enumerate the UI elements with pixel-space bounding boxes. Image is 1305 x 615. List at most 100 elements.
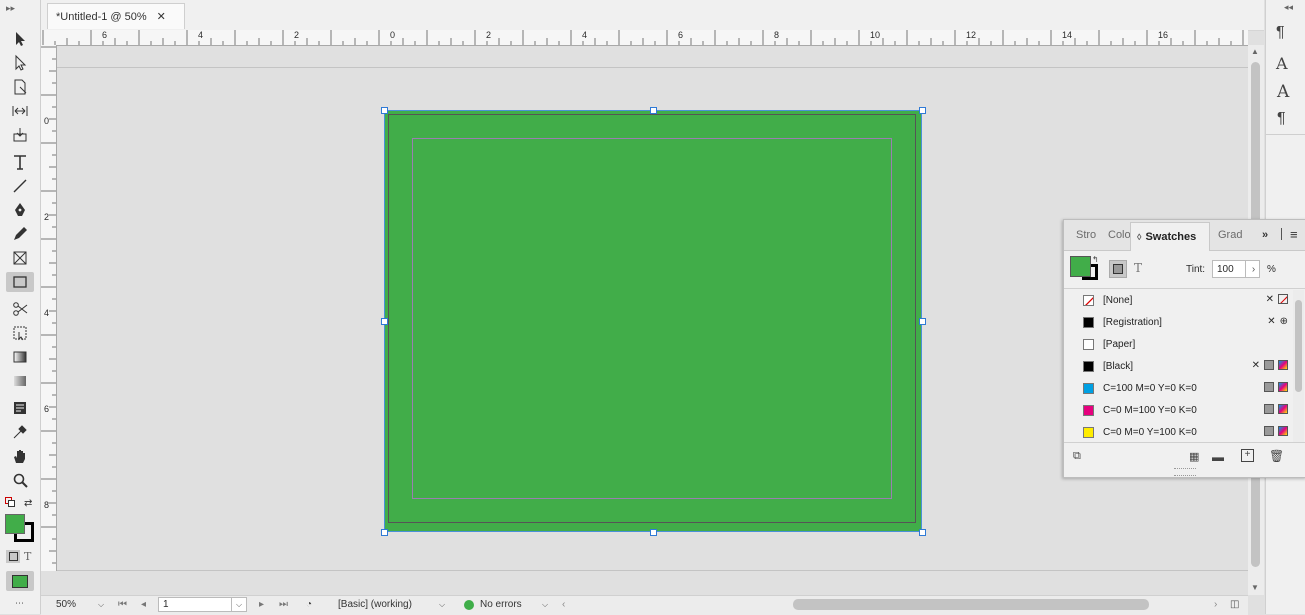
selected-rectangle-frame[interactable] [384,110,922,532]
zoom-dropdown-icon[interactable]: ⌵ [98,600,104,610]
paragraph-styles-icon[interactable]: ¶ [1276,24,1285,42]
rectangle-tool-icon[interactable] [6,272,34,292]
eyedropper-tool-icon[interactable] [6,422,34,442]
hand-tool-icon[interactable] [6,446,34,466]
swatch-row[interactable]: C=0 M=100 Y=0 K=0 [1066,399,1292,421]
vruler-label: 2 [44,212,50,222]
resize-handle-left[interactable] [381,318,388,325]
page-dropdown-icon[interactable]: ⌵ [231,597,247,612]
process-color-icon [1264,360,1274,370]
panel-swap-icon[interactable]: ↰ [1092,255,1099,264]
resize-handle-right[interactable] [919,318,926,325]
swatch-row[interactable]: [Black] ✕ [1066,355,1292,377]
resize-handle-top-left[interactable] [381,107,388,114]
swatch-name: [Black] [1103,360,1134,372]
resize-handle-top[interactable] [650,107,657,114]
swatch-list-scroll-thumb[interactable] [1295,300,1302,392]
first-page-icon[interactable]: ⏮ [118,599,127,610]
line-tool-icon[interactable] [6,176,34,196]
last-page-icon[interactable]: ⏭ [279,599,288,610]
profile-dropdown-icon[interactable]: ⌵ [439,600,445,610]
horizontal-ruler[interactable]: 6 4 2 0 2 4 6 8 10 12 14 16 [41,30,1248,46]
scroll-down-icon[interactable]: ▼ [1251,583,1259,592]
default-fill-stroke-icon[interactable] [5,497,15,507]
zoom-tool-icon[interactable] [6,470,34,490]
black-swatch-chip [1083,360,1094,372]
errors-dropdown-icon[interactable]: ⌵ [542,600,548,610]
tab-swatches[interactable]: ◊ Swatches [1130,222,1210,251]
formatting-affects-container-icon[interactable] [1109,260,1127,278]
panel-fill-swatch[interactable] [1070,256,1091,277]
content-collector-icon[interactable] [6,125,34,145]
panel-menu-icon[interactable]: ≡ [1290,227,1298,242]
close-tab-icon[interactable]: ✕ [157,10,166,23]
collapse-toolbox-icon[interactable]: ▸▸ [6,3,15,14]
gradient-swatch-tool-icon[interactable] [6,347,34,367]
collapse-dock-icon[interactable]: ◂◂ [1284,2,1293,13]
resize-handle-top-right[interactable] [919,107,926,114]
character-styles-icon[interactable]: A [1276,54,1288,73]
vertical-ruler[interactable]: 0 2 4 6 8 [41,45,57,571]
previous-page-icon[interactable]: ◂ [141,599,146,610]
gap-tool-icon[interactable] [6,101,34,121]
swatch-row[interactable]: [None] ✕ [1066,289,1292,311]
hruler-label: 4 [582,30,588,40]
swatch-row[interactable]: [Paper] [1066,333,1292,355]
rectangle-frame-tool-icon[interactable] [6,248,34,268]
formatting-text-icon[interactable]: T [24,550,31,563]
tint-dropdown-icon[interactable]: › [1245,260,1261,278]
swatch-row[interactable]: C=100 M=0 Y=0 K=0 [1066,377,1292,399]
selection-tool-icon[interactable] [6,29,34,49]
paragraph-panel-icon[interactable]: ¶ [1277,110,1286,128]
tint-unit: % [1267,264,1276,275]
hruler-label: 2 [294,30,300,40]
pencil-tool-icon[interactable] [6,224,34,244]
next-page-icon[interactable]: ▸ [259,599,264,610]
new-swatch-icon[interactable]: + [1241,449,1254,462]
scroll-left-icon[interactable]: ‹ [562,599,565,610]
new-color-group-icon[interactable]: ▦ [1189,450,1199,463]
preflight-profile[interactable]: [Basic] (working) [338,599,412,610]
free-transform-tool-icon[interactable] [6,323,34,343]
swatch-row[interactable]: C=0 M=0 Y=100 K=0 [1066,421,1292,443]
page-tool-icon[interactable] [6,77,34,97]
resize-handle-bottom-right[interactable] [919,529,926,536]
guide-line-top [57,67,1248,68]
note-tool-icon[interactable] [6,398,34,418]
formatting-container-icon[interactable] [6,550,20,563]
scissors-tool-icon[interactable] [6,299,34,319]
zoom-level[interactable]: 50% [56,599,76,610]
type-tool-icon[interactable] [6,152,34,172]
fill-swatch[interactable] [5,514,25,534]
panel-resize-grip[interactable] [1174,468,1196,476]
resize-handle-bottom[interactable] [650,529,657,536]
character-panel-icon[interactable]: A [1277,82,1289,102]
open-document-icon[interactable]: ◔ [306,599,312,610]
document-tab[interactable]: *Untitled-1 @ 50% ✕ [47,3,185,29]
formatting-affects-text-icon[interactable]: T [1134,261,1142,275]
new-folder-icon[interactable]: ▬ [1212,450,1224,464]
yellow-swatch-chip [1083,426,1094,438]
preflight-errors[interactable]: No errors [480,599,522,610]
horizontal-scroll-thumb[interactable] [793,599,1149,610]
swatch-name: C=100 M=0 Y=0 K=0 [1103,382,1197,394]
show-swatch-kinds-icon[interactable]: ⧉ [1073,450,1081,463]
hruler-label: 6 [678,30,684,40]
scroll-right-icon[interactable]: › [1214,599,1217,610]
tab-gradient[interactable]: Grad [1218,229,1242,241]
tab-color[interactable]: Colo [1108,229,1131,241]
split-window-icon[interactable]: ◫ [1230,599,1239,610]
delete-swatch-icon[interactable]: 🗑 [1269,449,1284,463]
scroll-up-icon[interactable]: ▲ [1251,47,1259,56]
direct-selection-tool-icon[interactable] [6,53,34,73]
resize-handle-bottom-left[interactable] [381,529,388,536]
more-tabs-icon[interactable]: » [1262,229,1268,241]
swap-fill-stroke-icon[interactable]: ⇄ [24,498,32,509]
tab-stroke[interactable]: Stro [1076,229,1096,241]
pen-tool-icon[interactable] [6,200,34,220]
vruler-label: 4 [44,308,50,318]
swatch-row[interactable]: [Registration] ✕ ⊕ [1066,311,1292,333]
normal-view-mode-icon[interactable] [6,571,34,591]
gradient-feather-tool-icon[interactable] [6,371,34,391]
screen-mode-icon[interactable]: ⋯ [15,598,24,609]
